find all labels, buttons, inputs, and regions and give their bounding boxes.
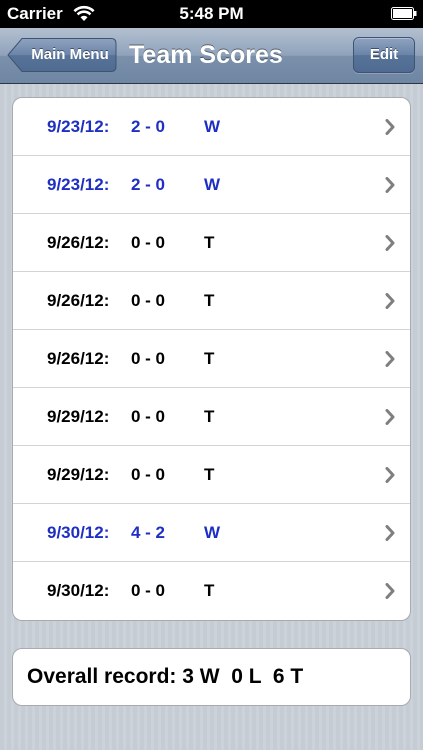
- score-row[interactable]: 9/23/12: 2 - 0 W: [13, 156, 410, 214]
- chevron-right-icon: [385, 293, 395, 309]
- status-bar: Carrier 5:48 PM: [0, 0, 423, 28]
- game-date: 9/29/12:: [47, 407, 110, 426]
- game-score: 0 - 0: [131, 349, 166, 368]
- overall-record-summary: Overall record: 3 W 0 L 6 T: [12, 648, 411, 706]
- game-date: 9/23/12:: [47, 117, 110, 136]
- chevron-right-icon: [385, 409, 395, 425]
- game-result: T: [204, 233, 215, 252]
- chevron-right-icon: [385, 525, 395, 541]
- score-row[interactable]: 9/26/12: 0 - 0 T: [13, 330, 410, 388]
- score-row[interactable]: 9/29/12: 0 - 0 T: [13, 388, 410, 446]
- game-result: T: [204, 291, 215, 310]
- game-result: W: [204, 117, 221, 136]
- score-row[interactable]: 9/29/12: 0 - 0 T: [13, 446, 410, 504]
- game-result: T: [204, 407, 215, 426]
- chevron-right-icon: [385, 177, 395, 193]
- game-result: W: [204, 175, 221, 194]
- game-score: 0 - 0: [131, 291, 166, 310]
- game-date: 9/29/12:: [47, 465, 110, 484]
- game-score: 0 - 0: [131, 465, 166, 484]
- back-button-label: Main Menu: [31, 46, 109, 63]
- scores-list: 9/23/12: 2 - 0 W 9/23/12: 2 - 0 W 9/26/12: 0 - …: [12, 97, 411, 621]
- game-date: 9/26/12:: [47, 291, 110, 310]
- game-date: 9/26/12:: [47, 349, 110, 368]
- game-date: 9/30/12:: [47, 581, 110, 600]
- game-score: 4 - 2: [131, 523, 166, 542]
- score-row[interactable]: 9/30/12: 4 - 2 W: [13, 504, 410, 562]
- game-score: 0 - 0: [131, 581, 166, 600]
- score-row[interactable]: 9/30/12: 0 - 0 T: [13, 562, 410, 620]
- score-row[interactable]: 9/26/12: 0 - 0 T: [13, 214, 410, 272]
- game-result: W: [204, 523, 221, 542]
- score-row[interactable]: 9/26/12: 0 - 0 T: [13, 272, 410, 330]
- game-result: T: [204, 465, 215, 484]
- chevron-right-icon: [385, 119, 395, 135]
- chevron-right-icon: [385, 583, 395, 599]
- game-date: 9/30/12:: [47, 523, 110, 542]
- clock: 5:48 PM: [179, 4, 244, 23]
- game-score: 2 - 0: [131, 175, 166, 194]
- game-score: 0 - 0: [131, 407, 166, 426]
- page-title: Team Scores: [129, 41, 283, 69]
- chevron-right-icon: [385, 351, 395, 367]
- main-menu-back-button[interactable]: Main Menu: [7, 37, 117, 73]
- edit-button[interactable]: Edit: [353, 37, 415, 73]
- game-result: T: [204, 581, 215, 600]
- game-date: 9/23/12:: [47, 175, 110, 194]
- game-result: T: [204, 349, 215, 368]
- game-score: 0 - 0: [131, 233, 166, 252]
- battery-icon: [391, 7, 417, 20]
- score-row[interactable]: 9/23/12: 2 - 0 W: [13, 98, 410, 156]
- navigation-bar: Main Menu Team Scores Edit: [0, 28, 423, 84]
- game-date: 9/26/12:: [47, 233, 110, 252]
- chevron-right-icon: [385, 235, 395, 251]
- game-score: 2 - 0: [131, 117, 166, 136]
- chevron-right-icon: [385, 467, 395, 483]
